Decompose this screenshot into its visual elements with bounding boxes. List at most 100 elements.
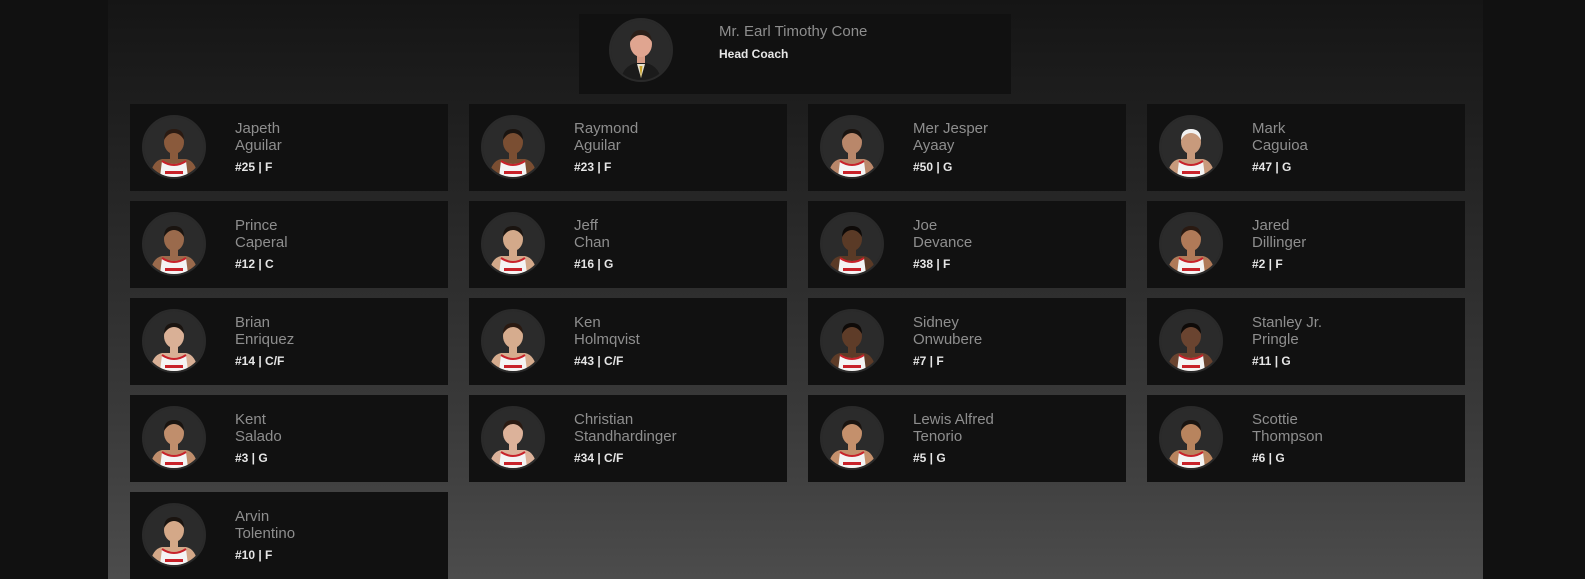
player-portrait-icon <box>483 214 543 274</box>
player-portrait-icon <box>144 214 204 274</box>
player-last-name: Caguioa <box>1252 137 1308 154</box>
player-first-name: Prince <box>235 217 278 234</box>
player-card[interactable]: Sidney Onwubere #7 | F <box>808 298 1126 385</box>
player-number-position: #34 | C/F <box>574 451 624 465</box>
player-card[interactable]: Joe Devance #38 | F <box>808 201 1126 288</box>
player-card[interactable]: Kent Salado #3 | G <box>130 395 448 482</box>
player-number-position: #3 | G <box>235 451 268 465</box>
player-card[interactable]: Jared Dillinger #2 | F <box>1147 201 1465 288</box>
player-avatar <box>142 503 206 567</box>
player-number-position: #7 | F <box>913 354 944 368</box>
player-first-name: Scottie <box>1252 411 1298 428</box>
player-avatar <box>481 115 545 179</box>
player-portrait-icon <box>144 505 204 565</box>
player-avatar <box>1159 309 1223 373</box>
player-card[interactable]: Stanley Jr. Pringle #11 | G <box>1147 298 1465 385</box>
player-first-name: Raymond <box>574 120 639 137</box>
player-card[interactable]: Brian Enriquez #14 | C/F <box>130 298 448 385</box>
player-number-position: #38 | F <box>913 257 951 271</box>
player-portrait-icon <box>1161 408 1221 468</box>
player-number-position: #25 | F <box>235 160 273 174</box>
player-avatar <box>820 212 884 276</box>
player-first-name: Joe <box>913 217 938 234</box>
player-number-position: #47 | G <box>1252 160 1292 174</box>
player-first-name: Mark <box>1252 120 1286 137</box>
coach-portrait-icon <box>611 20 671 80</box>
player-last-name: Aguilar <box>235 137 282 154</box>
player-number-position: #10 | F <box>235 548 273 562</box>
player-card[interactable]: Raymond Aguilar #23 | F <box>469 104 787 191</box>
player-card[interactable]: Mark Caguioa #47 | G <box>1147 104 1465 191</box>
coach-avatar <box>609 18 673 82</box>
player-avatar <box>820 406 884 470</box>
player-avatar <box>820 115 884 179</box>
player-card[interactable]: Arvin Tolentino #10 | F <box>130 492 448 579</box>
player-first-name: Mer Jesper <box>913 120 989 137</box>
player-last-name: Onwubere <box>913 331 983 348</box>
coach-name: Mr. Earl Timothy Cone <box>719 23 868 40</box>
player-last-name: Salado <box>235 428 282 445</box>
page: Mr. Earl Timothy Cone Head Coach Japeth A… <box>0 0 1585 579</box>
player-portrait-icon <box>822 117 882 177</box>
player-number-position: #11 | G <box>1252 354 1291 368</box>
player-last-name: Aguilar <box>574 137 621 154</box>
player-number-position: #23 | F <box>574 160 612 174</box>
player-number-position: #43 | C/F <box>574 354 624 368</box>
player-last-name: Dillinger <box>1252 234 1307 251</box>
player-number-position: #6 | G <box>1252 451 1285 465</box>
player-portrait-icon <box>822 311 882 371</box>
player-card[interactable]: Lewis Alfred Tenorio #5 | G <box>808 395 1126 482</box>
player-portrait-icon <box>483 408 543 468</box>
player-number-position: #50 | G <box>913 160 953 174</box>
player-last-name: Ayaay <box>913 137 955 154</box>
player-first-name: Japeth <box>235 120 281 137</box>
player-last-name: Thompson <box>1252 428 1323 445</box>
player-first-name: Kent <box>235 411 266 428</box>
player-last-name: Chan <box>574 234 610 251</box>
player-avatar <box>142 309 206 373</box>
player-portrait-icon <box>822 408 882 468</box>
player-last-name: Tolentino <box>235 525 296 542</box>
player-card[interactable]: Jeff Chan #16 | G <box>469 201 787 288</box>
player-first-name: Jared <box>1252 217 1290 234</box>
player-number-position: #5 | G <box>913 451 946 465</box>
player-card[interactable]: Japeth Aguilar #25 | F <box>130 104 448 191</box>
player-last-name: Pringle <box>1252 331 1299 348</box>
player-portrait-icon <box>144 117 204 177</box>
player-portrait-icon <box>144 408 204 468</box>
player-portrait-icon <box>144 311 204 371</box>
player-number-position: #12 | C <box>235 257 274 271</box>
player-avatar <box>1159 115 1223 179</box>
player-first-name: Lewis Alfred <box>913 411 994 428</box>
player-avatar <box>142 115 206 179</box>
player-avatar <box>481 309 545 373</box>
player-last-name: Standhardinger <box>574 428 677 445</box>
player-avatar <box>820 309 884 373</box>
player-card[interactable]: Christian Standhardinger #34 | C/F <box>469 395 787 482</box>
player-card[interactable]: Ken Holmqvist #43 | C/F <box>469 298 787 385</box>
player-first-name: Sidney <box>913 314 959 331</box>
coach-card[interactable]: Mr. Earl Timothy Cone Head Coach <box>579 14 1011 94</box>
player-first-name: Stanley Jr. <box>1252 314 1323 331</box>
player-last-name: Enriquez <box>235 331 295 348</box>
player-number-position: #2 | F <box>1252 257 1283 271</box>
player-portrait-icon <box>1161 117 1221 177</box>
player-last-name: Devance <box>913 234 973 251</box>
player-portrait-icon <box>483 311 543 371</box>
player-card[interactable]: Prince Caperal #12 | C <box>130 201 448 288</box>
player-portrait-icon <box>1161 311 1221 371</box>
coach-role: Head Coach <box>719 47 789 61</box>
player-number-position: #14 | C/F <box>235 354 285 368</box>
player-portrait-icon <box>483 117 543 177</box>
player-avatar <box>481 212 545 276</box>
player-card[interactable]: Scottie Thompson #6 | G <box>1147 395 1465 482</box>
player-last-name: Tenorio <box>913 428 963 445</box>
player-card[interactable]: Mer Jesper Ayaay #50 | G <box>808 104 1126 191</box>
player-last-name: Holmqvist <box>574 331 640 348</box>
player-avatar <box>481 406 545 470</box>
player-avatar <box>142 212 206 276</box>
player-last-name: Caperal <box>235 234 288 251</box>
player-first-name: Jeff <box>574 217 598 234</box>
player-first-name: Brian <box>235 314 271 331</box>
player-first-name: Arvin <box>235 508 270 525</box>
